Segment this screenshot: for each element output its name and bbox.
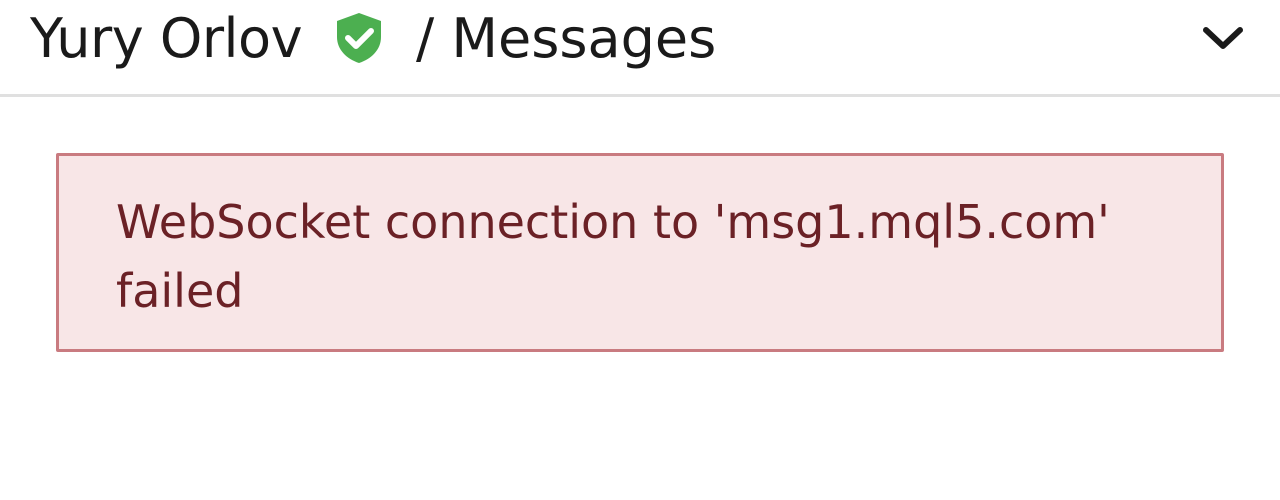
error-message: WebSocket connection to 'msg1.mql5.com' … <box>116 195 1110 318</box>
error-alert: WebSocket connection to 'msg1.mql5.com' … <box>56 153 1224 352</box>
shield-check-icon <box>332 10 386 66</box>
chevron-down-icon[interactable] <box>1196 16 1250 58</box>
section-title: / Messages <box>416 6 717 70</box>
page-title: Yury Orlov / Messages <box>30 0 716 76</box>
page-header: Yury Orlov / Messages <box>0 0 1280 97</box>
user-name[interactable]: Yury Orlov <box>30 7 303 70</box>
